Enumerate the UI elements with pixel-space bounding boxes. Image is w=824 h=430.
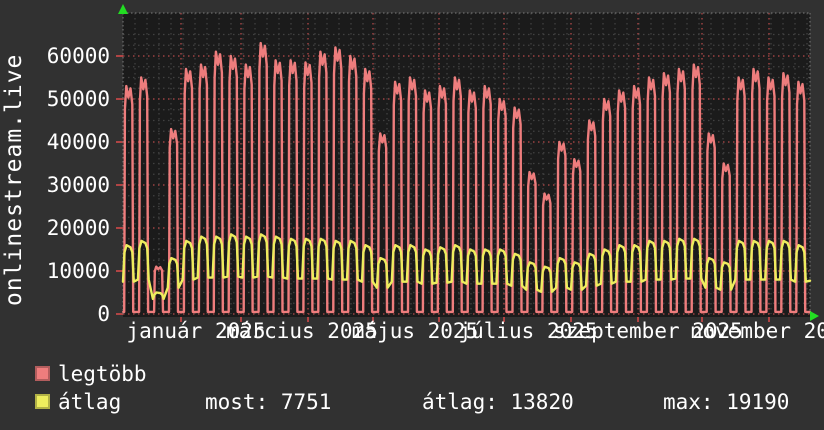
x-tick-label: november 2025 [689,319,824,343]
y-axis-arrow-icon [118,4,128,14]
y-tick-label: 40000 [46,130,110,154]
y-tick-label: 60000 [46,44,110,68]
y-tick-label: 30000 [46,173,110,197]
stat-max-label: max: [663,390,714,414]
y-tick-label: 50000 [46,87,110,111]
stat-most-label: most: [205,390,269,414]
y-tick-label: 0 [97,302,110,326]
graph-container: onlinestream.live 60000 50000 40000 3000… [0,0,824,430]
stat-max: max: 19190 [663,389,789,415]
stat-most: most: 7751 [205,389,331,415]
legend-label-legtobb: legtöbb [58,362,147,386]
y-tick-label: 20000 [46,216,110,240]
stat-atlag: átlag: 13820 [422,389,574,415]
legend-swatch-legtobb [35,366,50,381]
stat-max-value: 19190 [726,390,790,414]
legend-label-atlag: átlag [58,390,122,414]
stat-atlag-value: 13820 [510,390,574,414]
y-tick-label: 10000 [46,259,110,283]
stat-atlag-label: átlag: [422,390,498,414]
legend-swatch-atlag [35,394,50,409]
stat-most-value: 7751 [280,390,332,414]
